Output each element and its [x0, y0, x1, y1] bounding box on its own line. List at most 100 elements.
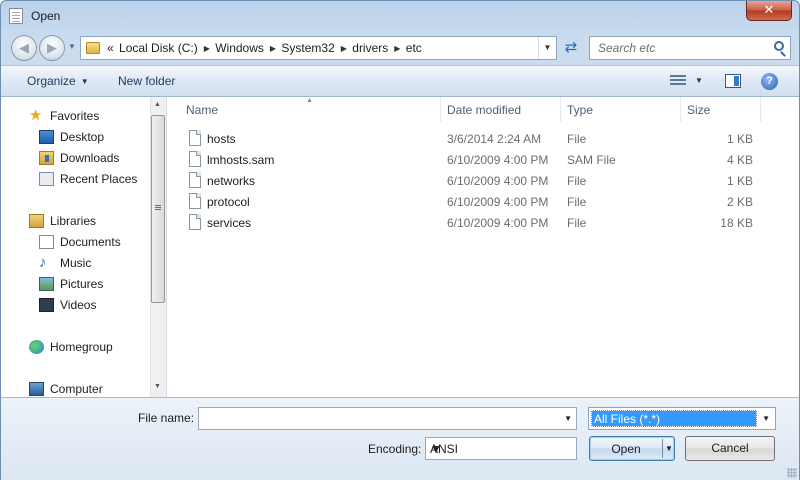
file-row[interactable]: networks 6/10/2009 4:00 PM File 1 KB [167, 170, 799, 191]
sidebar-item-favorites[interactable]: ★ Favorites [1, 106, 151, 126]
breadcrumb-local-disk[interactable]: Local Disk (C:) [119, 41, 198, 55]
scrollbar-grip-icon [155, 205, 161, 211]
change-view-icon[interactable] [670, 75, 686, 87]
sidebar-item-homegroup[interactable]: Homegroup [1, 337, 151, 357]
file-size: 18 KB [720, 216, 753, 230]
file-size: 1 KB [726, 174, 753, 188]
forward-button[interactable]: ▶ [39, 35, 65, 61]
breadcrumb-arrow-icon[interactable]: ▶ [341, 44, 347, 53]
command-bar: Organize ▼ New folder ▼ ? [1, 65, 799, 97]
file-name: protocol [207, 195, 250, 209]
star-icon: ★ [29, 107, 43, 124]
breadcrumb-system32[interactable]: System32 [281, 41, 334, 55]
file-size: 2 KB [726, 195, 753, 209]
file-name-input[interactable] [199, 408, 557, 429]
address-bar[interactable]: « Local Disk (C:) ▶ Windows ▶ System32 ▶ dr… [80, 36, 557, 60]
back-button[interactable]: ◀ [11, 35, 37, 61]
file-date: 6/10/2009 4:00 PM [447, 216, 549, 230]
file-name-label: File name: [138, 411, 195, 425]
view-options-chevron-icon[interactable]: ▼ [695, 76, 703, 85]
forward-arrow-icon: ▶ [47, 40, 57, 55]
sidebar-item-recent-places[interactable]: Recent Places [1, 169, 151, 189]
breadcrumb: « Local Disk (C:) ▶ Windows ▶ System32 ▶ dr… [107, 41, 424, 55]
music-icon: ♪ [39, 254, 47, 271]
file-size: 4 KB [726, 153, 753, 167]
encoding-dropdown-icon[interactable]: ▼ [430, 442, 572, 456]
breadcrumb-drivers[interactable]: drivers [352, 41, 388, 55]
encoding-select[interactable]: ANSI ▼ [425, 437, 577, 460]
sidebar-item-label: Documents [60, 235, 121, 249]
pictures-icon [39, 277, 54, 291]
resize-grip-icon[interactable] [787, 468, 797, 478]
help-icon[interactable]: ? [761, 73, 778, 90]
notepad-icon [9, 8, 23, 24]
sidebar-item-documents[interactable]: Documents [1, 232, 151, 252]
sidebar-item-label: Videos [60, 298, 97, 312]
file-row[interactable]: services 6/10/2009 4:00 PM File 18 KB [167, 212, 799, 233]
sidebar-item-pictures[interactable]: Pictures [1, 274, 151, 294]
documents-icon [39, 235, 54, 249]
search-input[interactable] [590, 37, 766, 59]
sidebar-item-label: Music [60, 256, 92, 270]
open-dialog: Open ✕ ◀ ▶ ▼ « Local Disk (C:) ▶ Windows ▶… [0, 0, 800, 480]
breadcrumb-arrow-icon[interactable]: ▶ [204, 44, 210, 53]
scroll-down-icon[interactable]: ▼ [154, 383, 161, 390]
search-icon[interactable] [774, 41, 784, 51]
file-type-filter[interactable]: All Files (*.*) ▼ [588, 407, 776, 430]
sidebar-item-label: Recent Places [60, 172, 138, 186]
sidebar-item-desktop[interactable]: Desktop [1, 127, 151, 147]
close-button[interactable]: ✕ [746, 1, 792, 21]
split-divider [662, 439, 663, 458]
file-type: File [567, 195, 587, 209]
folder-icon [86, 42, 100, 54]
refresh-icon[interactable]: ⇄ [560, 37, 582, 59]
sort-ascending-icon: ▲ [306, 97, 313, 104]
organize-label: Organize [27, 74, 76, 88]
breadcrumb-arrow-icon[interactable]: ▶ [394, 44, 400, 53]
preview-pane-icon[interactable] [725, 74, 741, 88]
column-header-type[interactable]: Type [561, 97, 681, 122]
file-icon [189, 130, 201, 146]
sidebar-item-label: Computer [50, 382, 103, 396]
computer-icon [29, 382, 44, 396]
file-type-dropdown-icon[interactable]: ▼ [762, 414, 770, 423]
breadcrumb-overflow[interactable]: « [107, 41, 114, 55]
breadcrumb-etc[interactable]: etc [406, 41, 422, 55]
file-row[interactable]: lmhosts.sam 6/10/2009 4:00 PM SAM File 4… [167, 149, 799, 170]
open-options-chevron-icon[interactable]: ▼ [665, 444, 673, 453]
sidebar-item-music[interactable]: ♪ Music [1, 253, 151, 273]
downloads-icon [39, 151, 54, 165]
file-name: lmhosts.sam [207, 153, 275, 167]
sidebar-item-computer[interactable]: Computer [1, 379, 151, 397]
sidebar-item-videos[interactable]: Videos [1, 295, 151, 315]
breadcrumb-arrow-icon[interactable]: ▶ [270, 44, 276, 53]
file-icon [189, 172, 201, 188]
recent-locations-chevron-icon[interactable]: ▼ [68, 42, 76, 51]
file-row[interactable]: hosts 3/6/2014 2:24 AM File 1 KB [167, 128, 799, 149]
recent-places-icon [39, 172, 54, 186]
sidebar-item-label: Downloads [60, 151, 120, 165]
file-type-value: All Files (*.*) [594, 412, 661, 426]
file-row[interactable]: protocol 6/10/2009 4:00 PM File 2 KB [167, 191, 799, 212]
address-dropdown-chevron-icon[interactable]: ▼ [538, 37, 556, 59]
sidebar-item-libraries[interactable]: Libraries [1, 211, 151, 231]
file-icon [189, 151, 201, 167]
file-date: 3/6/2014 2:24 AM [447, 132, 542, 146]
file-name-dropdown-icon[interactable]: ▼ [564, 414, 572, 423]
navigation-pane: ★ Favorites Desktop Downloads Recent Plac… [1, 97, 167, 397]
open-button[interactable]: Open ▼ [589, 436, 675, 461]
organize-button[interactable]: Organize ▼ [27, 74, 89, 88]
new-folder-button[interactable]: New folder [118, 74, 175, 88]
encoding-label: Encoding: [368, 442, 422, 456]
column-header-date-modified[interactable]: Date modified [441, 97, 561, 122]
sidebar-item-downloads[interactable]: Downloads [1, 148, 151, 168]
sidebar-item-label: Homegroup [50, 340, 113, 354]
dialog-footer: File name: ▼ All Files (*.*) ▼ Encoding:… [1, 397, 799, 480]
breadcrumb-windows[interactable]: Windows [215, 41, 264, 55]
cancel-button[interactable]: Cancel [685, 436, 775, 461]
open-button-label: Open [611, 442, 641, 456]
column-header-name[interactable]: Name [167, 97, 441, 122]
chevron-down-icon: ▼ [80, 77, 89, 86]
scroll-up-icon[interactable]: ▲ [154, 101, 161, 108]
column-header-size[interactable]: Size [681, 97, 761, 122]
